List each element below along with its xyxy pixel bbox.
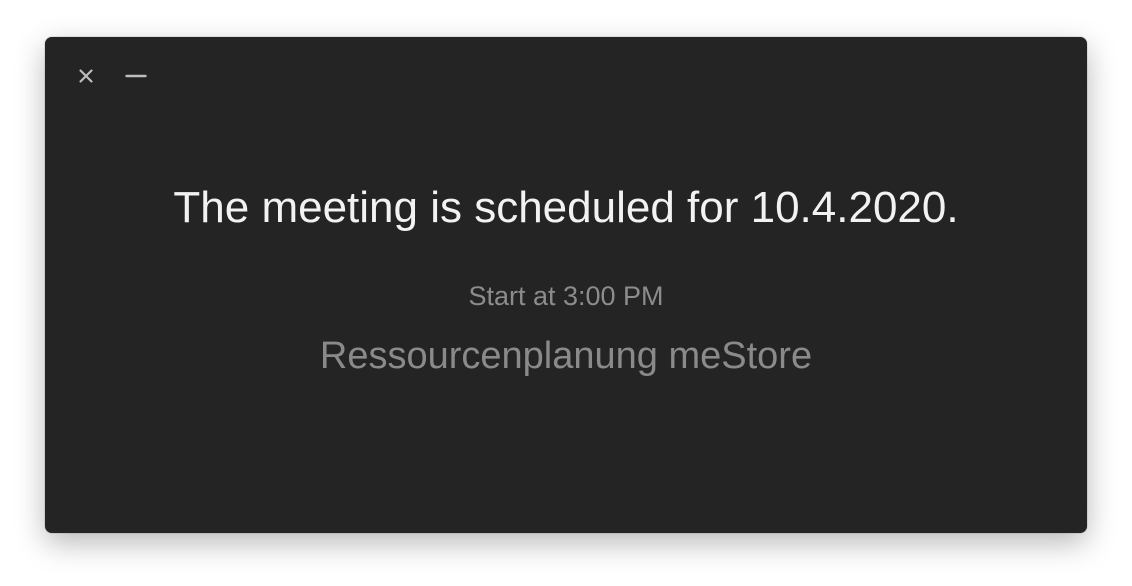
window-controls	[75, 65, 147, 87]
meeting-notification-window: The meeting is scheduled for 10.4.2020. …	[45, 37, 1087, 533]
minimize-icon	[125, 74, 147, 78]
close-icon	[79, 69, 93, 83]
close-button[interactable]	[75, 65, 97, 87]
meeting-date-title: The meeting is scheduled for 10.4.2020.	[173, 183, 959, 232]
meeting-start-time: Start at 3:00 PM	[468, 281, 664, 311]
meeting-name: Ressourcenplanung meStore	[319, 335, 813, 377]
minimize-button[interactable]	[125, 65, 147, 87]
